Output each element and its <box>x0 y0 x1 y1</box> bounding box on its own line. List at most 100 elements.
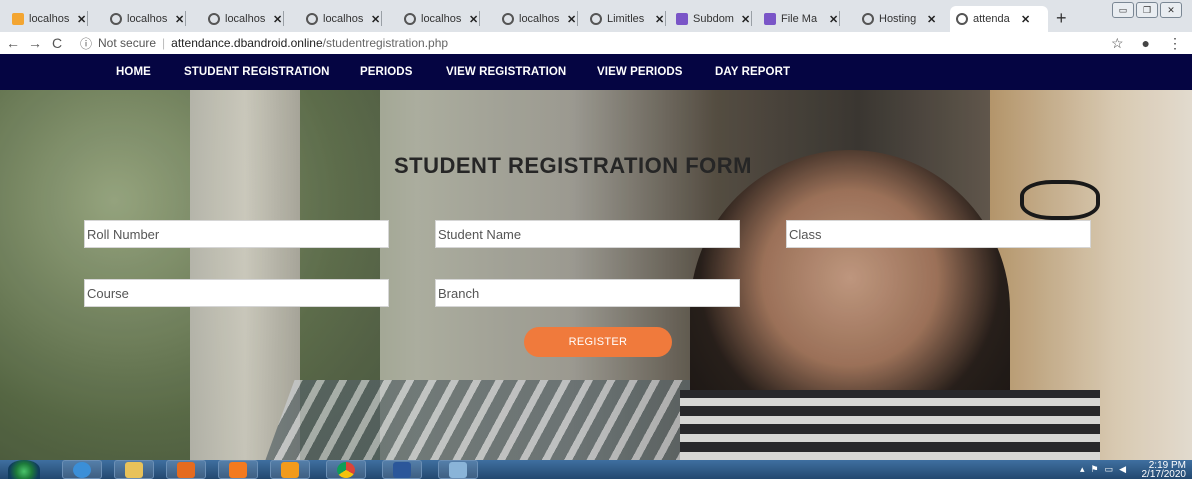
url-path: /studentregistration.php <box>322 36 449 50</box>
nav-periods[interactable]: PERIODS <box>360 66 412 78</box>
globe-icon <box>502 13 514 25</box>
address-bar-actions: ☆ ● ⋮ <box>1111 35 1182 52</box>
nav-view-periods[interactable]: VIEW PERIODS <box>597 66 683 78</box>
tab-separator <box>479 11 481 26</box>
browser-tab-strip: localhos ✕ localhos ✕ localhos ✕ localho… <box>0 0 1192 32</box>
site-navigation: HOME STUDENT REGISTRATION PERIODS VIEW R… <box>0 54 1192 90</box>
close-icon[interactable]: ✕ <box>371 13 380 26</box>
student-name-input[interactable] <box>435 220 740 248</box>
browser-tab[interactable]: localhos ✕ <box>398 8 481 30</box>
tab-title: localhos <box>323 13 364 25</box>
browser-tab[interactable]: localhos ✕ <box>104 8 187 30</box>
form-title: STUDENT REGISTRATION FORM <box>394 153 752 178</box>
register-button[interactable]: REGISTER <box>524 327 672 357</box>
address-bar: ← → C ⓘ Not secure | attendance.dbandroi… <box>0 32 1192 54</box>
browser-tab[interactable]: File Ma ✕ <box>758 8 841 30</box>
nav-home[interactable]: HOME <box>116 66 151 78</box>
close-icon[interactable]: ✕ <box>655 13 664 26</box>
menu-icon[interactable]: ⋮ <box>1168 35 1182 52</box>
tab-separator <box>665 11 667 26</box>
url-field[interactable]: attendance.dbandroid.online/studentregis… <box>171 36 448 50</box>
back-icon[interactable]: ← <box>4 35 22 51</box>
tab-title: localhos <box>421 13 462 25</box>
divider: | <box>162 36 166 50</box>
hostinger-icon <box>764 13 776 25</box>
clock-date[interactable]: 2/17/2020 <box>1142 470 1187 479</box>
new-tab-button[interactable]: + <box>1056 8 1067 29</box>
browser-tab[interactable]: localhos ✕ <box>496 8 579 30</box>
nav-view-registration[interactable]: VIEW REGISTRATION <box>446 66 566 78</box>
taskbar-chrome[interactable] <box>326 460 366 479</box>
tab-separator <box>185 11 187 26</box>
tab-title: localhos <box>519 13 560 25</box>
forward-icon[interactable]: → <box>26 35 44 51</box>
volume-icon[interactable]: ◀ <box>1119 465 1126 474</box>
sublime-text-icon <box>281 461 299 478</box>
browser-tab[interactable]: localhos ✕ <box>6 8 89 30</box>
tab-separator <box>381 11 383 26</box>
taskbar-paint[interactable] <box>438 460 478 479</box>
close-icon[interactable]: ✕ <box>273 13 282 26</box>
network-icon[interactable]: ▭ <box>1105 465 1114 474</box>
globe-icon <box>306 13 318 25</box>
tab-title: Hosting <box>879 13 917 25</box>
taskbar-sublime[interactable] <box>270 460 310 479</box>
paint-icon <box>449 461 467 478</box>
word-icon <box>393 461 411 478</box>
close-icon[interactable]: ✕ <box>829 13 838 26</box>
close-icon[interactable]: ✕ <box>469 13 478 26</box>
close-icon[interactable]: ✕ <box>741 13 750 26</box>
flag-icon[interactable]: ⚑ <box>1090 465 1098 474</box>
close-icon[interactable]: ✕ <box>77 13 86 26</box>
start-button[interactable] <box>8 460 40 479</box>
bookmark-star-icon[interactable]: ☆ <box>1111 35 1124 52</box>
browser-tab[interactable]: localhos ✕ <box>300 8 383 30</box>
browser-tab[interactable]: Subdom ✕ <box>670 8 753 30</box>
restore-icon[interactable]: ❐ <box>1136 2 1158 18</box>
reload-icon[interactable]: C <box>48 35 66 51</box>
media-player-icon <box>177 461 195 478</box>
profile-icon[interactable]: ● <box>1142 35 1150 52</box>
course-input[interactable] <box>84 279 389 307</box>
close-icon[interactable]: ✕ <box>1021 13 1030 26</box>
chevron-up-icon[interactable]: ▴ <box>1080 465 1085 474</box>
globe-icon <box>110 13 122 25</box>
close-icon[interactable]: ✕ <box>175 13 184 26</box>
tab-title: localhos <box>29 13 70 25</box>
taskbar-explorer[interactable] <box>114 460 154 479</box>
hostinger-icon <box>676 13 688 25</box>
xampp-icon <box>12 13 24 25</box>
xampp-icon <box>229 461 247 478</box>
browser-tab[interactable]: Hosting ✕ <box>856 8 936 30</box>
taskbar-xampp[interactable] <box>218 460 258 479</box>
branch-input[interactable] <box>435 279 740 307</box>
taskbar-media[interactable] <box>166 460 206 479</box>
hero-overlay <box>0 90 1192 460</box>
close-icon[interactable]: ✕ <box>927 13 936 26</box>
globe-icon <box>208 13 220 25</box>
nav-student-registration[interactable]: STUDENT REGISTRATION <box>184 66 330 78</box>
nav-day-report[interactable]: DAY REPORT <box>715 66 790 78</box>
close-window-icon[interactable]: ✕ <box>1160 2 1182 18</box>
tab-title: localhos <box>127 13 168 25</box>
globe-icon <box>862 13 874 25</box>
browser-tab-active[interactable]: attenda ✕ <box>950 6 1048 32</box>
close-icon[interactable]: ✕ <box>567 13 576 26</box>
taskbar-word[interactable] <box>382 460 422 479</box>
tab-title: File Ma <box>781 13 818 25</box>
tab-separator <box>751 11 753 26</box>
folder-icon <box>125 461 143 478</box>
hero-section: STUDENT REGISTRATION FORM REGISTER <box>0 90 1192 460</box>
browser-tab[interactable]: Limitles ✕ <box>584 8 667 30</box>
roll-number-input[interactable] <box>84 220 389 248</box>
tray-icons: ▴ ⚑ ▭ ◀ <box>1080 465 1126 474</box>
system-tray: ▴ ⚑ ▭ ◀ 2:19 PM 2/17/2020 <box>1080 461 1187 479</box>
taskbar-ie[interactable] <box>62 460 102 479</box>
minimize-icon[interactable]: ▭ <box>1112 2 1134 18</box>
info-icon[interactable]: ⓘ <box>80 35 92 52</box>
class-input[interactable] <box>786 220 1091 248</box>
browser-tab[interactable]: localhos ✕ <box>202 8 285 30</box>
tab-title: Subdom <box>693 13 734 25</box>
tab-title: localhos <box>225 13 266 25</box>
tab-separator <box>839 11 841 26</box>
